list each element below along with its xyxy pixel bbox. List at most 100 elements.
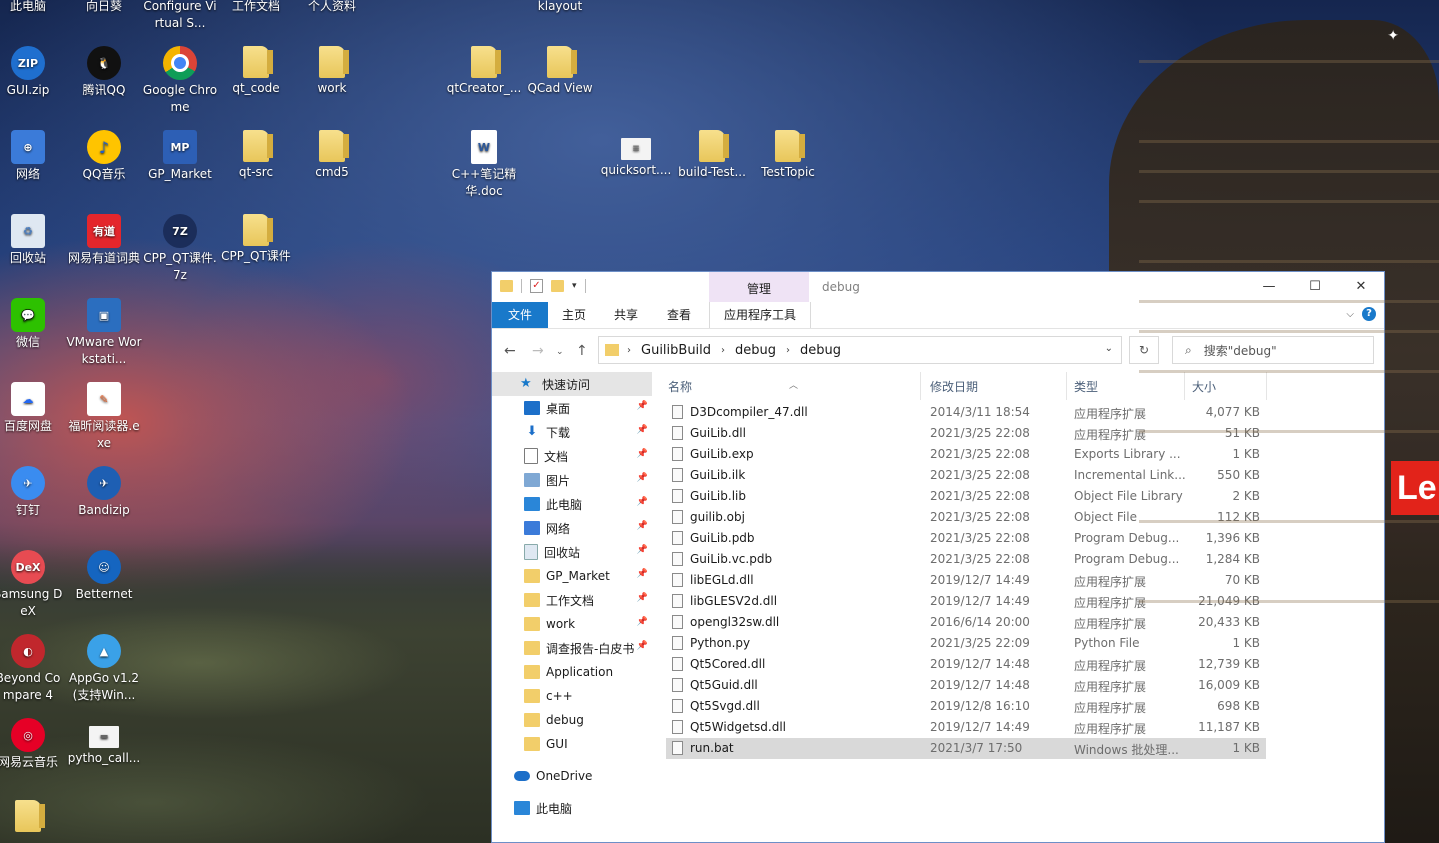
desktop-icon[interactable]: qt_code xyxy=(218,46,294,97)
desktop-icon[interactable]: ZIP GUI.zip xyxy=(0,46,66,99)
desktop-icon[interactable]: 有道 网易有道词典 xyxy=(66,214,142,267)
desktop-icon[interactable]: 7Z CPP_QT课件.7z xyxy=(142,214,218,284)
desktop-icon[interactable]: ⊕ 网络 xyxy=(0,130,66,183)
nav-item[interactable]: 文档 📌 xyxy=(492,444,652,468)
tab-application-tools[interactable]: 应用程序工具 xyxy=(709,302,811,328)
nav-item[interactable]: ⬇ 下载 📌 xyxy=(492,420,652,444)
desktop-icon[interactable]: work xyxy=(294,46,370,97)
breadcrumb-item[interactable]: debug xyxy=(735,343,776,358)
desktop-icon[interactable]: ▣ VMware Workstati... xyxy=(66,298,142,368)
file-row[interactable]: GuiLib.pdb 2021/3/25 22:08 Program Debug..… xyxy=(666,528,1266,549)
desktop-icon[interactable]: 向日葵 xyxy=(66,0,142,15)
desktop-icon[interactable]: DeX Samsung DeX xyxy=(0,550,66,620)
new-folder-icon[interactable] xyxy=(551,280,564,292)
manage-context-tab[interactable]: 管理 xyxy=(709,272,809,302)
desktop-icon[interactable]: qtCreator_... xyxy=(446,46,522,97)
desktop-icon[interactable]: build-Test... xyxy=(674,130,750,181)
recent-locations-icon[interactable]: ⌄ xyxy=(556,347,564,357)
chevron-right-icon[interactable]: › xyxy=(786,345,790,356)
column-divider[interactable] xyxy=(1184,372,1185,400)
minimize-button[interactable]: — xyxy=(1246,272,1292,302)
tab-home[interactable]: 主页 xyxy=(554,302,594,328)
desktop-icon[interactable]: ☁ 百度网盘 xyxy=(0,382,66,435)
refresh-button[interactable]: ↻ xyxy=(1129,336,1159,364)
folder-icon[interactable] xyxy=(500,280,513,292)
file-row[interactable]: GuiLib.lib 2021/3/25 22:08 Object File Lib… xyxy=(666,486,1266,507)
maximize-button[interactable]: ☐ xyxy=(1292,272,1338,302)
breadcrumb-item[interactable]: GuilibBuild xyxy=(641,343,711,358)
desktop-icon[interactable]: qt-src xyxy=(218,130,294,181)
desktop-icon[interactable]: 工作文档 xyxy=(218,0,294,15)
up-arrow-icon[interactable]: ↑ xyxy=(576,343,588,359)
desktop-icon[interactable]: 个人资料 xyxy=(294,0,370,15)
nav-item[interactable]: 图片 📌 xyxy=(492,468,652,492)
file-row[interactable]: GuiLib.ilk 2021/3/25 22:08 Incremental Lin… xyxy=(666,465,1266,486)
file-row[interactable]: guilib.obj 2021/3/25 22:08 Object File 112 … xyxy=(666,507,1266,528)
desktop-icon[interactable]: ✈ 钉钉 xyxy=(0,466,66,519)
desktop-icon[interactable]: klayout xyxy=(522,0,598,15)
address-bar[interactable]: › GuilibBuild › debug › debug ⌄ xyxy=(598,336,1122,364)
expand-ribbon-icon[interactable]: ⌵ xyxy=(1346,309,1354,320)
chevron-right-icon[interactable]: › xyxy=(721,345,725,356)
desktop-icon[interactable]: ☺ Betternet xyxy=(66,550,142,603)
back-arrow-icon[interactable]: ← xyxy=(504,343,516,359)
title-bar[interactable]: ✓ ▾ 管理 debug — ☐ ✕ xyxy=(492,272,1384,302)
file-row[interactable]: Qt5Guid.dll 2019/12/7 14:48 应用程序扩展 16,009 K… xyxy=(666,675,1266,696)
column-size[interactable]: 大小 xyxy=(1192,378,1216,395)
column-divider[interactable] xyxy=(1266,372,1267,400)
tab-share[interactable]: 共享 xyxy=(606,302,646,328)
desktop-icon[interactable]: W C++笔记精华.doc xyxy=(446,130,522,200)
column-type[interactable]: 类型 xyxy=(1074,378,1098,395)
nav-item[interactable]: 回收站 📌 xyxy=(492,540,652,564)
properties-icon[interactable]: ✓ xyxy=(530,279,543,293)
file-row[interactable]: GuiLib.exp 2021/3/25 22:08 Exports Library… xyxy=(666,444,1266,465)
desktop-icon[interactable]: cmd5 xyxy=(294,130,370,181)
file-row[interactable]: Qt5Widgetsd.dll 2019/12/7 14:49 应用程序扩展 11,1… xyxy=(666,717,1266,738)
column-divider[interactable] xyxy=(1066,372,1067,400)
desktop-icon[interactable] xyxy=(0,800,66,834)
desktop-icon[interactable]: TestTopic xyxy=(750,130,826,181)
nav-item[interactable]: work 📌 xyxy=(492,612,652,636)
tab-view[interactable]: 查看 xyxy=(659,302,699,328)
desktop-icon[interactable]: Google Chrome xyxy=(142,46,218,116)
nav-item[interactable]: debug xyxy=(492,708,652,732)
desktop-icon[interactable]: MP GP_Market xyxy=(142,130,218,183)
chevron-down-icon[interactable]: ⌄ xyxy=(1105,343,1113,354)
chevron-right-icon[interactable]: › xyxy=(627,345,631,356)
nav-item[interactable]: Application xyxy=(492,660,652,684)
file-row[interactable]: D3Dcompiler_47.dll 2014/3/11 18:54 应用程序扩展 4… xyxy=(666,402,1266,423)
desktop-icon[interactable]: ◐ Beyond Compare 4 xyxy=(0,634,66,704)
desktop-icon[interactable]: ✎ 福昕阅读器.exe xyxy=(66,382,142,452)
desktop-icon[interactable]: 💬 微信 xyxy=(0,298,66,351)
nav-item[interactable]: 工作文档 📌 xyxy=(492,588,652,612)
nav-item[interactable]: 网络 📌 xyxy=(492,516,652,540)
desktop-icon[interactable]: ▲ AppGo v1.2 (支持Win... xyxy=(66,634,142,704)
desktop-icon[interactable]: ♪ QQ音乐 xyxy=(66,130,142,183)
nav-item[interactable]: 桌面 📌 xyxy=(492,396,652,420)
file-row[interactable]: libEGLd.dll 2019/12/7 14:49 应用程序扩展 70 KB xyxy=(666,570,1266,591)
desktop-icon[interactable]: ✈ Bandizip xyxy=(66,466,142,519)
close-button[interactable]: ✕ xyxy=(1338,272,1384,302)
nav-item[interactable]: 此电脑 xyxy=(492,796,652,820)
column-divider[interactable] xyxy=(920,372,921,400)
desktop-icon[interactable]: 此电脑 xyxy=(0,0,66,15)
nav-item[interactable]: 此电脑 📌 xyxy=(492,492,652,516)
nav-item[interactable]: GP_Market 📌 xyxy=(492,564,652,588)
nav-item[interactable]: GUI xyxy=(492,732,652,756)
nav-item[interactable]: ★ 快速访问 xyxy=(492,372,652,396)
nav-item[interactable]: c++ xyxy=(492,684,652,708)
desktop-icon[interactable]: QCad View xyxy=(522,46,598,97)
file-row[interactable]: GuiLib.vc.pdb 2021/3/25 22:08 Program Debu… xyxy=(666,549,1266,570)
nav-item[interactable]: 调查报告-白皮书 📌 xyxy=(492,636,652,660)
desktop-icon[interactable]: CPP_QT课件 xyxy=(218,214,294,265)
file-row[interactable]: GuiLib.dll 2021/3/25 22:08 应用程序扩展 51 KB xyxy=(666,423,1266,444)
file-row[interactable]: run.bat 2021/3/7 17:50 Windows 批处理... 1 KB xyxy=(666,738,1266,759)
column-date[interactable]: 修改日期 xyxy=(930,378,978,395)
breadcrumb-item[interactable]: debug xyxy=(800,343,841,358)
desktop-icon[interactable]: ♻ 回收站 xyxy=(0,214,66,267)
column-name[interactable]: 名称 xyxy=(668,378,692,395)
nav-item[interactable]: OneDrive xyxy=(492,764,652,788)
desktop-icon[interactable]: ◎ 网易云音乐 xyxy=(0,718,66,771)
tab-file[interactable]: 文件 xyxy=(492,302,548,328)
search-input[interactable]: ⌕ 搜索"debug" xyxy=(1172,336,1374,364)
